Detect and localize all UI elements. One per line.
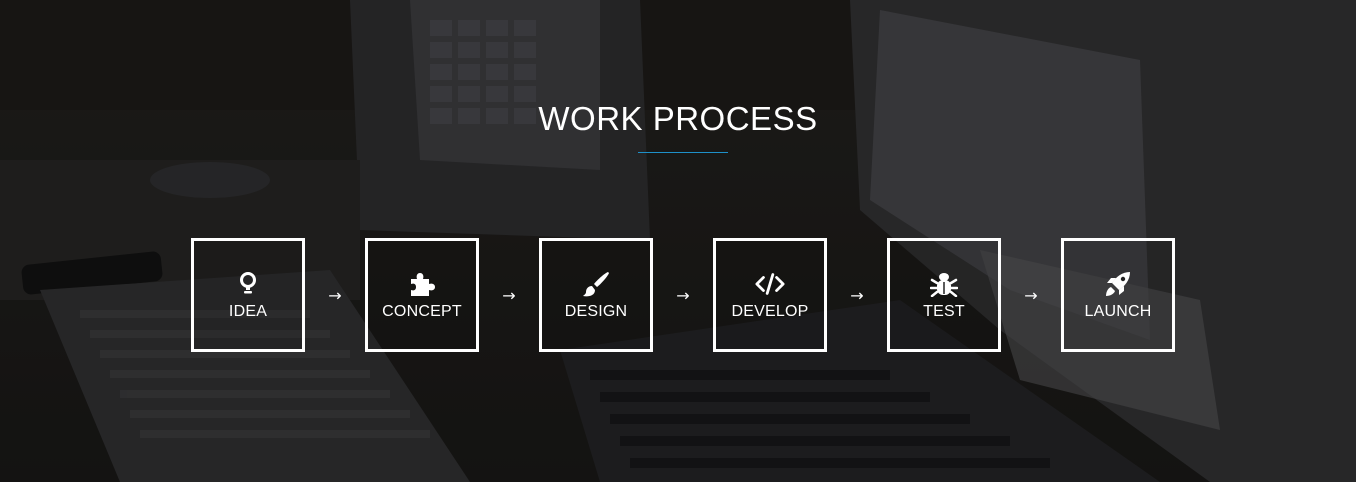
step-label: CONCEPT [382,302,462,320]
step-idea[interactable]: IDEA [191,238,305,352]
step-launch[interactable]: LAUNCH [1061,238,1175,352]
step-design[interactable]: DESIGN [539,238,653,352]
step-develop[interactable]: DEVELOP [713,238,827,352]
title-underline [638,152,728,153]
step-label: DEVELOP [731,302,809,320]
arrow-right-icon: → [1024,285,1038,305]
arrow-right-icon: → [328,285,342,305]
arrow-right-icon: → [502,285,516,305]
process-steps: IDEA → CONCEPT → DESIGN → DEVELOP → TEST… [191,238,1175,352]
section-title: WORK PROCESS [538,100,818,137]
brush-icon [581,270,611,298]
step-concept[interactable]: CONCEPT [365,238,479,352]
step-label: LAUNCH [1084,302,1152,320]
step-test[interactable]: TEST [887,238,1001,352]
lightbulb-icon [233,270,263,298]
code-icon [755,270,785,298]
arrow-right-icon: → [676,285,690,305]
arrow-right-icon: → [850,285,864,305]
step-label: DESIGN [564,302,628,320]
rocket-icon [1103,270,1133,298]
bug-icon [929,270,959,298]
puzzle-icon [407,270,437,298]
step-label: TEST [923,302,965,320]
step-label: IDEA [228,302,268,320]
